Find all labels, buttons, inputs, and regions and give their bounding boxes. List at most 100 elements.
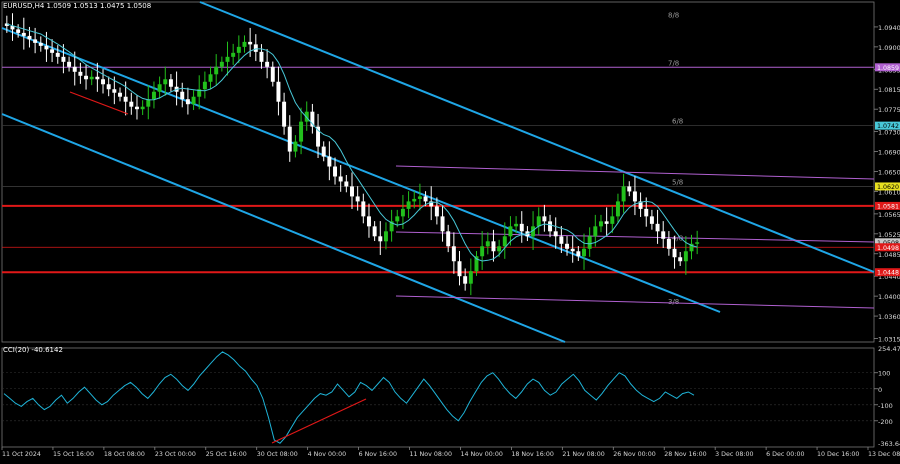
- candle-body: [378, 236, 383, 242]
- price-tick-label: 1.0565: [878, 211, 900, 219]
- time-tick-label: 6 Nov 16:00: [359, 451, 397, 458]
- candle-body: [208, 74, 213, 82]
- candle-body: [615, 201, 620, 217]
- time-tick-label: 14 Nov 00:00: [460, 451, 502, 458]
- candle-body: [565, 243, 570, 249]
- time-tick-label: 6 Dec 00:00: [766, 451, 804, 458]
- candle-body: [89, 76, 94, 80]
- candle-body: [333, 166, 338, 177]
- candle-body: [185, 99, 190, 105]
- candle-body: [593, 226, 598, 237]
- cci-tick-label: -200: [878, 418, 893, 426]
- candle-body: [225, 56, 230, 62]
- candle-body: [672, 248, 677, 258]
- candle-body: [287, 126, 292, 152]
- candle-body: [27, 35, 32, 40]
- price-tick-label: 1.0525: [878, 231, 900, 239]
- candle-body: [21, 32, 26, 36]
- candle-body: [451, 246, 456, 262]
- candle-body: [610, 216, 615, 224]
- time-tick-label: 4 Nov 00:00: [308, 451, 346, 458]
- price-tick-label: 1.0315: [878, 336, 900, 344]
- candle-body: [621, 186, 626, 202]
- candle-body: [468, 271, 473, 284]
- candle-body: [72, 66, 77, 72]
- murray-label: 6/8: [672, 118, 683, 126]
- candle-body: [50, 49, 55, 53]
- candle-body: [140, 106, 145, 110]
- price-tick-label: 1.0690: [878, 149, 900, 157]
- candle-body: [101, 79, 106, 85]
- candle-body: [265, 61, 270, 67]
- candle-body: [231, 52, 236, 57]
- candle-body: [519, 223, 524, 232]
- candle-body: [259, 51, 264, 62]
- candle-body: [649, 216, 654, 224]
- price-tick-label: 1.0815: [878, 86, 900, 94]
- candle-body: [219, 61, 224, 67]
- indicator-info: CCI(20) -40.6142: [3, 346, 63, 354]
- price-tick-label: 1.0650: [878, 169, 900, 177]
- candle-body: [587, 236, 592, 249]
- candle-body: [44, 45, 49, 50]
- candle-body: [123, 96, 128, 102]
- candle-body: [344, 181, 349, 187]
- candle-body: [321, 146, 326, 157]
- candle-body: [497, 246, 502, 252]
- candle-body: [559, 236, 564, 244]
- candle-body: [248, 41, 253, 45]
- candle-body: [423, 196, 428, 202]
- cci-tick-label: -100: [878, 402, 893, 410]
- time-tick-label: 18 Nov 16:00: [511, 451, 553, 458]
- candle-body: [666, 238, 671, 249]
- candle-body: [151, 91, 156, 100]
- candle-body: [598, 221, 603, 227]
- candle-body: [417, 196, 422, 199]
- candle-body: [485, 241, 490, 247]
- candle-body: [61, 56, 66, 62]
- time-tick-label: 10 Dec 16:00: [817, 451, 859, 458]
- candle-body: [129, 101, 134, 107]
- chart-window: 8/87/86/85/84/83/8 1.09401.09001.08551.0…: [0, 0, 900, 460]
- time-tick-label: 30 Oct 08:00: [257, 451, 298, 458]
- price-tag-label: 1.0448: [877, 270, 899, 277]
- candle-body: [16, 29, 21, 33]
- candle-body: [695, 242, 700, 244]
- candle-body: [106, 84, 111, 90]
- candle-body: [655, 223, 660, 232]
- candle-body: [457, 261, 462, 277]
- price-tag-label: 1.0859: [877, 65, 899, 72]
- candle-body: [338, 176, 343, 182]
- candle-body: [491, 241, 496, 252]
- price-tag-label: 1.0581: [877, 203, 899, 210]
- price-tick-label: 1.0485: [878, 251, 900, 259]
- candle-body: [440, 216, 445, 232]
- candle-body: [276, 81, 281, 102]
- candle-body: [683, 251, 688, 262]
- candle-body: [678, 257, 683, 262]
- candle-body: [163, 79, 168, 85]
- price-chart[interactable]: 8/87/86/85/84/83/8 1.09401.09001.08551.0…: [0, 0, 900, 460]
- candle-body: [327, 156, 332, 167]
- murray-label: 5/8: [672, 178, 683, 186]
- candle-body: [412, 198, 417, 202]
- murray-label: 8/8: [668, 11, 679, 19]
- murray-label: 3/8: [668, 298, 679, 306]
- time-tick-label: 11 Nov 08:00: [410, 451, 452, 458]
- candle-body: [463, 276, 468, 284]
- price-tick-label: 1.0940: [878, 24, 900, 32]
- candle-body: [236, 46, 241, 53]
- candle-body: [350, 186, 354, 197]
- candle-body: [293, 141, 298, 152]
- candle-body: [355, 196, 360, 202]
- time-tick-label: 26 Nov 00:00: [613, 451, 655, 458]
- candle-body: [78, 71, 83, 76]
- candle-body: [168, 79, 173, 87]
- candle-body: [270, 66, 275, 82]
- candle-body: [84, 75, 89, 80]
- time-tick-label: 18 Oct 08:00: [104, 451, 145, 458]
- candle-body: [570, 248, 575, 252]
- candle-body: [118, 92, 122, 97]
- time-tick-label: 13 Dec 08:00: [868, 451, 900, 458]
- candle-body: [67, 61, 72, 67]
